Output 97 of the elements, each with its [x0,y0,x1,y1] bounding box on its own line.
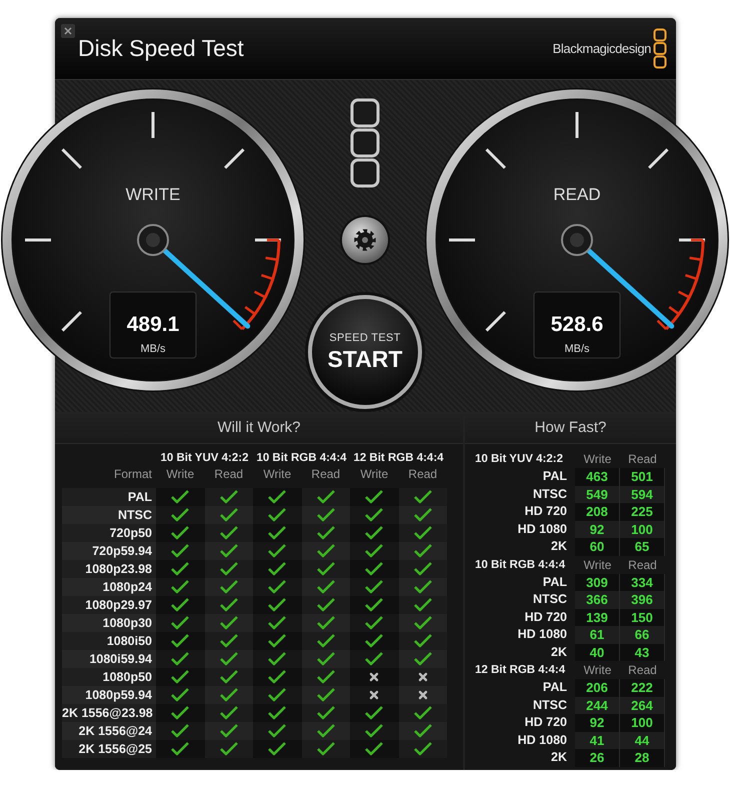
column-header: Read [627,662,658,679]
speed-cell: 366 [575,591,620,608]
start-button[interactable]: SPEED TEST START [308,295,422,409]
gauge-label: WRITE [126,185,180,204]
speed-cell: 26 [575,749,620,766]
column-header: Write [165,466,196,483]
column-header: Write [582,556,612,574]
format-label: NTSC [532,591,568,608]
column-header: Write [582,662,612,679]
column-header: Write [582,451,612,468]
speed-value: 528.6 [550,313,604,336]
format-label: 2K 1556@24 [62,722,156,740]
needle-hub [561,224,593,256]
gauge-label: READ [553,185,601,204]
group-header: 12 Bit RGB 4:4:4 [475,663,566,678]
speed-cell: 40 [575,644,620,661]
speed-cell: 309 [575,574,620,591]
speed-cell: 41 [575,732,620,749]
format-label: 1080p23.98 [62,560,156,578]
column-header: Read [627,556,658,574]
column-header: Read [213,466,244,483]
needle-hub [137,224,169,256]
speed-value: 489.1 [126,313,180,336]
settings-button[interactable] [342,217,388,263]
format-label: PAL [62,488,156,506]
column-header: Write [359,466,390,483]
format-label: 2K 1556@23.98 [62,704,156,722]
speed-cell: 208 [575,503,620,520]
speed-cell: 225 [620,503,665,520]
group-header: 10 Bit YUV 4:2:2 [475,452,564,467]
format-label: 1080p24 [62,578,156,596]
format-label: NTSC [62,506,156,524]
format-label: HD 720 [524,608,568,626]
speed-cell: 501 [620,468,665,486]
format-label: 1080i59.94 [62,650,156,668]
format-label: 1080p29.97 [62,596,156,614]
format-label: HD 720 [524,503,568,520]
format-label: PAL [542,574,568,590]
speed-cell: 100 [620,520,665,538]
speed-cell: 150 [620,608,665,626]
format-label: 1080i50 [62,632,156,650]
speed-cell: 206 [575,679,620,696]
column-header: Write [262,466,292,483]
speed-cell: 139 [575,608,620,626]
speed-cell: 61 [575,626,620,644]
format-label: HD 1080 [516,626,568,643]
speed-cell: 60 [575,538,620,556]
panel-title: How Fast? [465,412,676,444]
column-header: Read [310,466,342,483]
speed-cell: 549 [575,486,620,503]
column-group-header: 12 Bit RGB 4:4:4 [352,451,445,466]
format-label: 2K [550,749,568,766]
speed-cell: 65 [620,538,665,556]
settings-icon [353,228,377,252]
speed-cell: 28 [620,749,665,766]
format-label: 720p50 [62,524,156,542]
format-label: PAL [542,468,568,485]
format-label: 2K 1556@25 [62,740,156,758]
speed-unit: MB/s [140,343,166,355]
group-header: 10 Bit RGB 4:4:4 [475,558,566,572]
speed-cell: 43 [620,644,665,661]
format-label: NTSC [532,486,568,502]
speed-cell: 264 [620,696,665,714]
speed-cell: 594 [620,486,665,503]
close-button[interactable] [61,24,75,38]
speed-cell: 463 [575,468,620,486]
format-label: NTSC [532,696,568,714]
column-header: Read [627,451,658,468]
format-label: 1080p50 [62,668,156,686]
column-header: Read [407,466,438,483]
speed-cell: 334 [620,574,665,591]
brand-name: Blackmagicdesign [552,41,651,56]
format-label: 1080p30 [62,614,156,632]
format-label: PAL [542,679,568,696]
speed-cell: 66 [620,626,665,644]
format-label: HD 1080 [516,520,568,538]
panel-title: Will it Work? [55,412,463,444]
format-label: 2K [550,538,568,555]
speed-cell: 44 [620,732,665,749]
format-label: HD 720 [524,714,568,731]
speed-unit: MB/s [564,343,590,355]
window-title: Disk Speed Test [78,35,245,62]
speed-cell: 396 [620,591,665,608]
brand-logo-icon [653,28,667,70]
column-header: Format [112,466,153,483]
column-group-header: 10 Bit YUV 4:2:2 [160,451,250,466]
close-icon [64,27,72,35]
column-group-header: 10 Bit RGB 4:4:4 [255,451,348,466]
speed-cell: 92 [575,520,620,538]
format-label: 720p59.94 [62,542,156,560]
speed-cell: 100 [620,714,665,732]
format-label: 2K [550,644,568,660]
speed-cell: 92 [575,714,620,732]
speed-cell: 244 [575,696,620,714]
format-label: HD 1080 [516,732,568,748]
speed-cell: 222 [620,679,665,696]
format-label: 1080p59.94 [62,686,156,704]
